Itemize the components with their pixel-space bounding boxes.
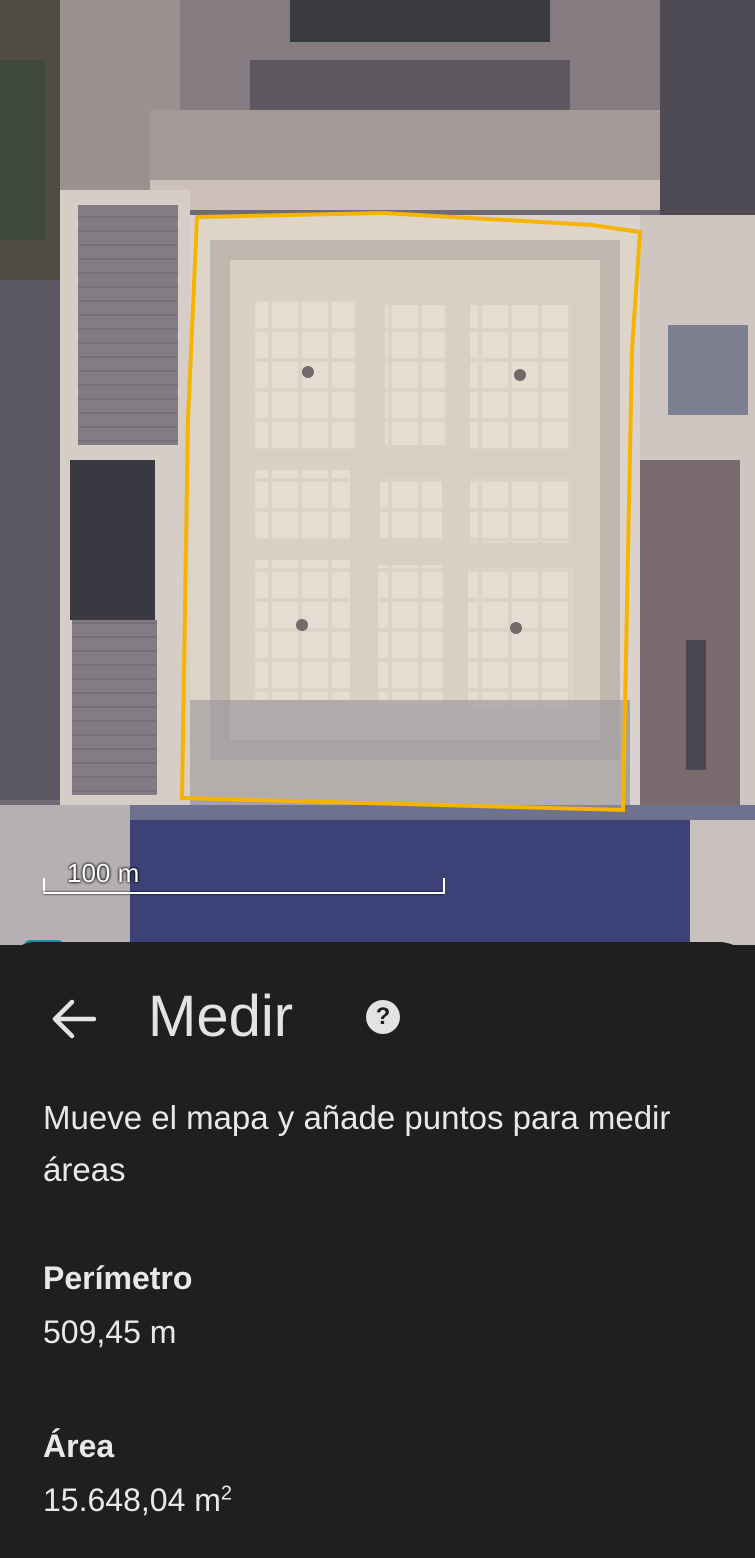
area-unit-superscript: 2 (220, 1482, 233, 1505)
help-button[interactable]: ? (366, 1000, 400, 1034)
map-imagery (0, 0, 755, 945)
scale-line (43, 892, 443, 894)
instructions-text: Mueve el mapa y añade puntos para medir … (43, 1099, 671, 1188)
area-value: 15.648,04 m (43, 1482, 221, 1518)
area-label: Área (43, 1428, 115, 1464)
back-button[interactable] (46, 992, 100, 1046)
scale-label: 100 m (67, 858, 140, 888)
area-value-row: 15.648,04 m2 (43, 1482, 232, 1519)
perimeter-label: Perímetro (43, 1260, 193, 1296)
perimeter-value: 509,45 m (43, 1314, 177, 1350)
question-mark-icon: ? (375, 1003, 391, 1030)
sheet-header: Medir ? (0, 942, 755, 1090)
scale-tick-right (443, 878, 445, 894)
measure-bottom-sheet: Medir ? Mueve el mapa y añade puntos par… (0, 942, 755, 1558)
satellite-map[interactable]: 100 m (0, 0, 755, 945)
page-title: Medir (148, 984, 294, 1049)
arrow-left-icon (52, 999, 96, 1039)
map-scale-bar: 100 m (43, 858, 445, 898)
